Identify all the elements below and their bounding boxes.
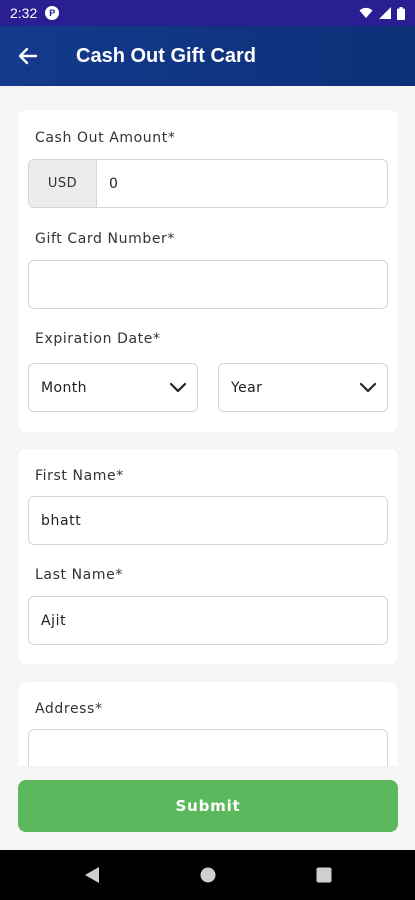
signal-icon — [379, 7, 391, 19]
nav-recents-icon[interactable] — [316, 867, 332, 883]
name-card: First Name* bhatt Last Name* Ajit — [18, 449, 398, 664]
status-icons — [359, 6, 405, 20]
month-select[interactable]: Month — [28, 363, 198, 412]
chevron-down-icon — [359, 382, 377, 393]
system-nav-bar — [0, 850, 415, 900]
cash-out-amount-input[interactable]: 0 — [97, 176, 119, 192]
last-name-input[interactable]: Ajit — [28, 596, 388, 645]
currency-prefix: USD — [29, 160, 97, 207]
address-card: Address* — [18, 682, 398, 766]
form-content[interactable]: Cash Out Amount* USD 0 Gift Card Number*… — [0, 86, 415, 766]
month-select-value: Month — [41, 379, 87, 396]
app-header: Cash Out Gift Card — [0, 26, 415, 86]
last-name-value: Ajit — [41, 612, 67, 629]
first-name-input[interactable]: bhatt — [28, 496, 388, 545]
cash-out-amount-field: USD 0 — [28, 159, 388, 208]
back-button[interactable] — [0, 26, 56, 86]
expiration-date-label: Expiration Date* — [35, 331, 161, 347]
submit-button[interactable]: Submit — [18, 780, 398, 832]
year-select[interactable]: Year — [218, 363, 388, 412]
first-name-label: First Name* — [35, 468, 124, 484]
year-select-value: Year — [231, 379, 263, 396]
chevron-down-icon — [169, 382, 187, 393]
gift-card-details-card: Cash Out Amount* USD 0 Gift Card Number*… — [18, 110, 398, 432]
first-name-value: bhatt — [41, 512, 82, 529]
page-title: Cash Out Gift Card — [76, 44, 257, 67]
gift-card-number-input[interactable] — [28, 260, 388, 309]
wifi-icon — [359, 7, 373, 18]
gift-card-number-label: Gift Card Number* — [35, 231, 176, 247]
arrow-left-icon — [18, 47, 38, 65]
battery-icon — [397, 6, 405, 20]
status-time: 2:32 — [10, 5, 38, 21]
nav-back-icon[interactable] — [84, 866, 100, 884]
nav-home-icon[interactable] — [200, 867, 216, 883]
notification-badge: P — [45, 6, 60, 20]
status-bar: 2:32 P — [0, 0, 415, 26]
last-name-label: Last Name* — [35, 567, 123, 583]
address-input[interactable] — [28, 729, 388, 766]
address-label: Address* — [35, 701, 103, 717]
cash-out-amount-label: Cash Out Amount* — [35, 130, 176, 146]
